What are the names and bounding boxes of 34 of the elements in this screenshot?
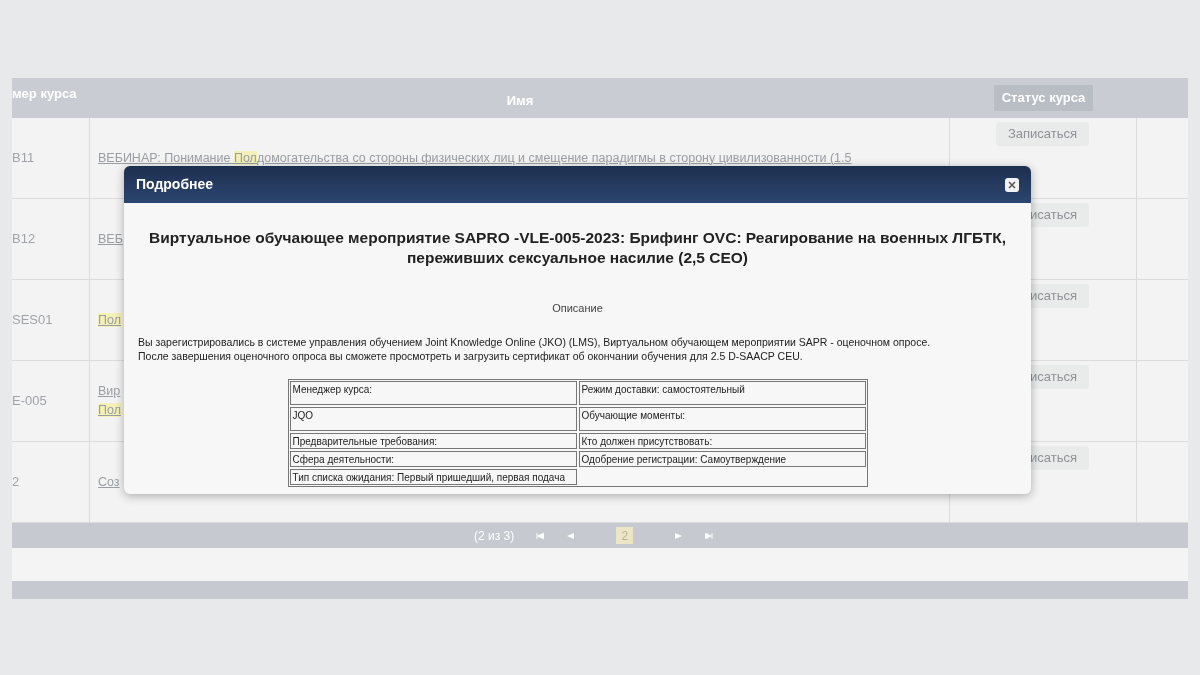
dialog-title: Подробнее <box>136 175 214 194</box>
detail-label: Тип списка ожидания: Первый пришедший, первая подача <box>292 470 565 485</box>
last-page-icon[interactable] <box>705 532 714 539</box>
detail-label: Режим доставки: самостоятельный <box>581 382 745 397</box>
next-page-icon[interactable] <box>675 532 684 539</box>
detail-label: Предварительные требования: <box>292 434 438 449</box>
detail-label: JQO <box>292 408 314 423</box>
close-icon <box>1008 180 1016 189</box>
course-link[interactable]: ВЕБИНАР: Понимание Полдомогательства со стороны физических лиц и смещение парадигмы в сторону цивилизованности (1.5 <box>98 148 852 168</box>
section-label: Описание <box>552 301 603 316</box>
detail-label: Кто должен присутствовать: <box>581 434 713 449</box>
page-summary: (2 из 3) <box>474 527 515 545</box>
previous-page-icon[interactable] <box>566 532 575 539</box>
course-heading: Виртуальное обучающее мероприятие SAPRO -VLE-005-2023: Брифинг OVC: Реагирование на военных ЛГБТК, переживших сексуальное насилие (2,5 CEO) <box>148 228 1007 268</box>
detail-label: Одобрение регистрации: Самоутверждение <box>581 452 787 467</box>
course-link[interactable]: Вир <box>98 382 121 401</box>
course-link[interactable]: Соз <box>98 472 120 492</box>
course-code: 2 <box>12 473 20 492</box>
course-code: B11 <box>12 149 35 168</box>
detail-label: Сфера деятельности: <box>292 452 394 467</box>
detail-label: Менеджер курса: <box>292 382 373 397</box>
detail-label: Обучающие моменты: <box>581 408 686 423</box>
close-button[interactable] <box>1005 177 1019 192</box>
course-code: E-005 <box>12 392 47 411</box>
description-text: После завершения оценочного опроса вы сможете просмотреть и загрузить сертификат об окончании обучения для 2.5 D-SAACP CEU. <box>138 348 804 363</box>
course-code: B12 <box>12 230 36 249</box>
column-header: Статус курса <box>993 85 1094 111</box>
course-link[interactable]: Пол <box>98 310 121 330</box>
description-text: Вы зарегистрировались в системе управления обучением Joint Knowledge Online (JKO) (LMS), Виртуальном обучающем мероприятии SAPR - оценочном опросе. <box>138 334 932 349</box>
first-page-icon[interactable] <box>536 532 545 539</box>
course-link[interactable]: ВЕБ <box>98 229 123 249</box>
course-link[interactable]: Пол <box>98 401 121 420</box>
enroll-button[interactable]: Записаться <box>995 122 1089 146</box>
course-code: SES01 <box>12 311 53 330</box>
